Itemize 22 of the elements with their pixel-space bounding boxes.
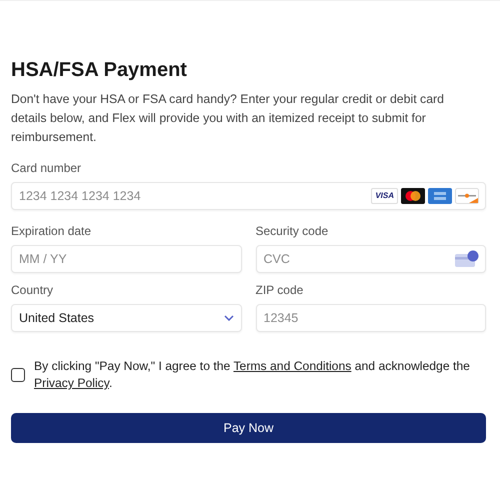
field-label: Expiration date bbox=[11, 224, 92, 238]
field-label: Card number bbox=[11, 161, 82, 175]
expiration-field[interactable]: MM / YY bbox=[11, 245, 242, 273]
terms-link[interactable]: Terms and Conditions bbox=[233, 359, 352, 373]
card-stripe-icon bbox=[455, 188, 479, 204]
page-title: HSA/FSA Payment bbox=[11, 59, 188, 82]
overlapping-circles-icon bbox=[401, 188, 425, 204]
card-logo-icon bbox=[428, 188, 452, 204]
card-brand-logo: VISA bbox=[371, 188, 398, 204]
card-back-icon bbox=[455, 250, 479, 268]
privacy-link[interactable]: Privacy Policy bbox=[34, 376, 109, 390]
consent-text: By clicking "Pay Now," I agree to the Terms and Conditions and acknowledge the Privacy Policy. bbox=[34, 358, 471, 392]
zip-code-field[interactable]: 12345 bbox=[256, 304, 486, 332]
security-code-field[interactable]: CVC bbox=[256, 245, 486, 273]
field-label: ZIP code bbox=[256, 283, 304, 297]
consent-checkbox[interactable] bbox=[11, 368, 25, 382]
description-text: Don't have your HSA or FSA card handy? Enter your regular credit or debit card details below, and Flex will provide you with an itemized receipt to submit for reimbursement. bbox=[11, 91, 445, 146]
chevron-down-icon bbox=[224, 315, 234, 321]
pay-now-button[interactable]: Pay Now bbox=[11, 413, 486, 443]
country-select[interactable]: United States bbox=[11, 304, 242, 332]
field-label: Country bbox=[11, 283, 54, 297]
field-label: Security code bbox=[256, 224, 328, 238]
